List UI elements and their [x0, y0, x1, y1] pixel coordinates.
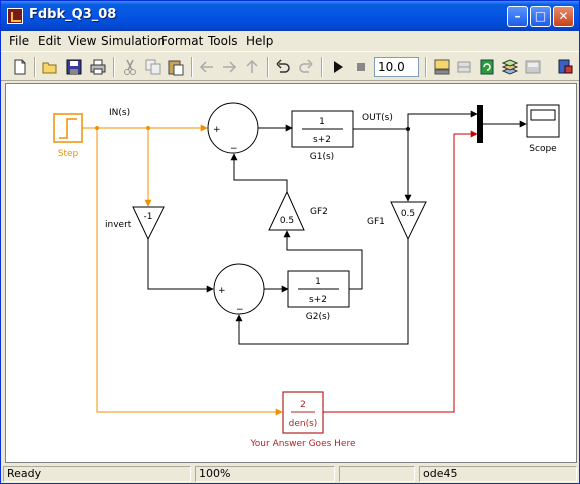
g1-numerator: 1: [319, 117, 325, 127]
back-arrow-icon[interactable]: [198, 58, 216, 76]
paste-icon[interactable]: [167, 58, 185, 76]
menu-file[interactable]: File: [9, 34, 29, 48]
gf2-feedback-line: [230, 153, 288, 192]
g1-label: G1(s): [310, 152, 334, 162]
menu-help[interactable]: Help: [246, 34, 273, 48]
gf2-label: GF2: [310, 207, 328, 217]
toolbar-separator: [425, 57, 427, 77]
solver-name: ode45: [419, 466, 577, 482]
save-icon[interactable]: [65, 58, 83, 76]
stop-time-input[interactable]: 10.0: [374, 57, 419, 77]
gf1-label: GF1: [367, 217, 385, 227]
status-bar: Ready 100% ode45: [1, 464, 579, 483]
step-label: Step: [58, 149, 79, 159]
scope-block[interactable]: [526, 104, 560, 138]
debugger-icon[interactable]: [556, 58, 574, 76]
sum1-plus-sign: +: [213, 125, 221, 135]
scope-label: Scope: [529, 144, 557, 154]
answer-numerator: 2: [300, 400, 306, 410]
menu-edit[interactable]: Edit: [38, 34, 61, 48]
start-simulation-icon[interactable]: [329, 58, 347, 76]
output-signal-lines: [353, 110, 478, 202]
close-button[interactable]: ✕: [553, 6, 574, 27]
simulink-app-icon: [7, 8, 23, 24]
invert-gain-value: -1: [144, 212, 153, 222]
invert-to-sum2-line: [147, 239, 214, 293]
forward-arrow-icon[interactable]: [220, 58, 238, 76]
gf2-gain-value: 0.5: [280, 216, 294, 226]
answer-denominator: den(s): [289, 419, 318, 429]
mux-block[interactable]: [477, 105, 483, 143]
g2-numerator: 1: [315, 277, 321, 287]
status-empty-cell: [339, 466, 415, 482]
refresh-icon[interactable]: [478, 58, 496, 76]
open-folder-icon[interactable]: [41, 58, 59, 76]
build-icon[interactable]: [433, 58, 451, 76]
menu-bar: File Edit View Simulation Format Tools H…: [1, 31, 579, 51]
simulink-window: Fdbk_Q3_08 – □ ✕ File Edit View Simulati…: [0, 0, 580, 484]
print-icon[interactable]: [89, 58, 107, 76]
out-signal-label: OUT(s): [362, 113, 393, 123]
stop-simulation-icon[interactable]: [352, 58, 370, 76]
sum2-plus-sign: +: [218, 286, 226, 296]
g2-denominator: s+2: [309, 295, 327, 305]
toolbar-separator: [34, 57, 36, 77]
model-canvas[interactable]: Step IN(s) + − 1 s+2 G1(s) OUT(s) Scope …: [5, 83, 577, 463]
in-signal-label: IN(s): [109, 108, 130, 118]
invert-label: invert: [105, 220, 132, 230]
minimize-button[interactable]: –: [507, 6, 528, 27]
toolbar-separator: [267, 57, 269, 77]
g2-label: G2(s): [306, 312, 330, 322]
toolbar-separator: [113, 57, 115, 77]
menu-tools[interactable]: Tools: [208, 34, 238, 48]
window-title: Fdbk_Q3_08: [29, 7, 117, 22]
zoom-level: 100%: [195, 466, 335, 482]
menu-view[interactable]: View: [68, 34, 96, 48]
menu-simulation[interactable]: Simulation: [101, 34, 165, 48]
sum2-minus-sign: −: [236, 305, 244, 315]
toolbar: 10.0: [1, 51, 579, 81]
sum1-minus-sign: −: [230, 144, 238, 154]
cut-icon[interactable]: [121, 58, 139, 76]
new-model-icon[interactable]: [11, 58, 29, 76]
toolbar-separator: [191, 57, 193, 77]
status-text: Ready: [3, 466, 191, 482]
undo-icon[interactable]: [274, 58, 292, 76]
maximize-button[interactable]: □: [530, 6, 551, 27]
answer-label: Your Answer Goes Here: [250, 439, 356, 449]
menu-format[interactable]: Format: [161, 34, 203, 48]
g1-denominator: s+2: [313, 135, 331, 145]
copy-icon[interactable]: [144, 58, 162, 76]
title-bar[interactable]: Fdbk_Q3_08 – □ ✕: [1, 1, 579, 31]
gf1-gain-value: 0.5: [401, 209, 415, 219]
model-explorer-icon[interactable]: [524, 58, 542, 76]
gf1-gain-block[interactable]: [390, 201, 427, 241]
library-browser-icon[interactable]: [501, 58, 519, 76]
up-arrow-icon[interactable]: [243, 58, 261, 76]
toolbar-separator: [321, 57, 323, 77]
step-block[interactable]: [53, 113, 83, 143]
redo-icon[interactable]: [297, 58, 315, 76]
block-diagram: Step IN(s) + − 1 s+2 G1(s) OUT(s) Scope …: [53, 102, 560, 449]
update-diagram-icon[interactable]: [455, 58, 473, 76]
